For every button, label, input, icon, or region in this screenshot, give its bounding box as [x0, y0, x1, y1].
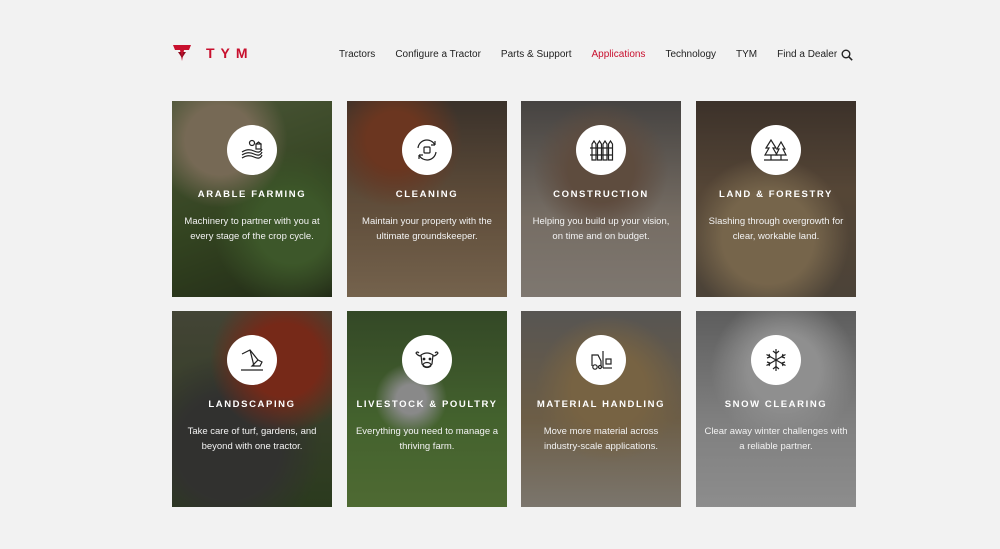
- nav-item-applications[interactable]: Applications: [592, 49, 646, 60]
- page: TYM Tractors Configure a Tractor Parts &…: [0, 0, 1000, 549]
- nav-item-find-dealer[interactable]: Find a Dealer: [777, 49, 837, 60]
- card-description: Clear away winter challenges with a reli…: [704, 426, 848, 452]
- excavator-arm-icon: [241, 349, 263, 371]
- broom-cycle-icon: [417, 139, 437, 161]
- cow-icon: [415, 351, 439, 369]
- card-description: Everything you need to manage a thriving…: [355, 426, 499, 452]
- card-arable-farming[interactable]: ARABLE FARMING Machinery to partner with…: [172, 101, 332, 297]
- card-icon-badge: [576, 125, 626, 175]
- card-icon-badge: [402, 125, 452, 175]
- card-material-handling[interactable]: MATERIAL HANDLING Move more material acr…: [521, 311, 681, 507]
- search-icon[interactable]: [841, 49, 853, 61]
- brand-name: TYM: [206, 45, 254, 61]
- card-description: Helping you build up your vision, on tim…: [532, 216, 670, 242]
- card-title: LANDSCAPING: [208, 399, 296, 410]
- main-nav: Tractors Configure a Tractor Parts & Sup…: [339, 49, 837, 60]
- applications-grid: ARABLE FARMING Machinery to partner with…: [172, 101, 856, 507]
- card-cleaning[interactable]: CLEANING Maintain your property with the…: [347, 101, 507, 297]
- card-landscaping[interactable]: LANDSCAPING Take care of turf, gardens, …: [172, 311, 332, 507]
- card-icon-badge: [227, 335, 277, 385]
- brand-logo[interactable]: TYM: [172, 42, 254, 64]
- card-livestock-poultry[interactable]: LIVESTOCK & POULTRY Everything you need …: [347, 311, 507, 507]
- nav-item-technology[interactable]: Technology: [665, 49, 716, 60]
- card-title: CONSTRUCTION: [553, 189, 649, 200]
- card-land-forestry[interactable]: LAND & FORESTRY Slashing through overgro…: [696, 101, 856, 297]
- tym-logo-icon: [173, 45, 191, 61]
- card-title: LAND & FORESTRY: [719, 189, 833, 200]
- nav-item-tym[interactable]: TYM: [736, 49, 757, 60]
- forklift-icon: [591, 351, 612, 370]
- card-icon-badge: [227, 125, 277, 175]
- farm-field-icon: [241, 139, 263, 159]
- card-title: LIVESTOCK & POULTRY: [356, 399, 498, 410]
- card-icon-badge: [576, 335, 626, 385]
- trees-icon: [763, 138, 788, 161]
- card-icon-badge: [751, 125, 801, 175]
- nav-item-configure[interactable]: Configure a Tractor: [395, 49, 481, 60]
- card-icon-badge: [402, 335, 452, 385]
- card-title: ARABLE FARMING: [197, 189, 307, 200]
- card-description: Move more material across industry-scale…: [543, 426, 659, 452]
- fence-icon: [590, 139, 614, 161]
- card-title: CLEANING: [395, 189, 459, 200]
- nav-item-parts-support[interactable]: Parts & Support: [501, 49, 572, 60]
- snowflake-icon: [766, 349, 786, 371]
- card-snow-clearing[interactable]: SNOW CLEARING Clear away winter challeng…: [696, 311, 856, 507]
- card-title: SNOW CLEARING: [724, 399, 828, 410]
- nav-item-tractors[interactable]: Tractors: [339, 49, 375, 60]
- card-description: Slashing through overgrowth for clear, w…: [708, 216, 844, 242]
- card-icon-badge: [751, 335, 801, 385]
- card-title: MATERIAL HANDLING: [536, 399, 666, 410]
- card-description: Take care of turf, gardens, and beyond w…: [187, 426, 317, 452]
- card-description: Machinery to partner with you at every s…: [184, 216, 320, 242]
- card-construction[interactable]: CONSTRUCTION Helping you build up your v…: [521, 101, 681, 297]
- card-description: Maintain your property with the ultimate…: [362, 216, 492, 242]
